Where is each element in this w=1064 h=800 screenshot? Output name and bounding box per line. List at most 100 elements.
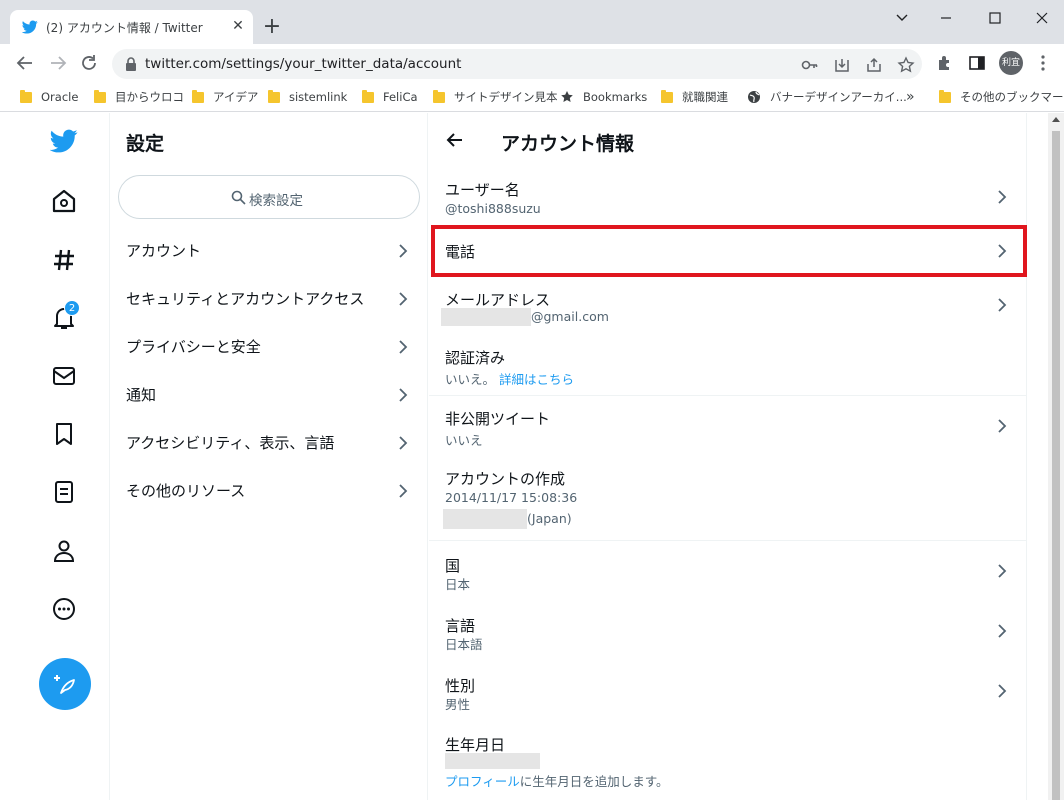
address-bar[interactable]: twitter.com/settings/your_twitter_data/a…	[112, 49, 922, 79]
settings-column: 設定 検索設定 アカウント セキュリティとアカウントアクセス プライバシーと安全…	[110, 113, 428, 800]
chevron-right-icon	[998, 624, 1007, 638]
messages-envelope-icon[interactable]	[50, 362, 78, 390]
settings-search-input[interactable]: 検索設定	[118, 175, 420, 219]
share-icon[interactable]	[865, 56, 883, 74]
row-email[interactable]: メールアドレス @gmail.com	[429, 279, 1027, 335]
search-icon	[231, 190, 246, 205]
forward-arrow-icon[interactable]	[47, 52, 69, 74]
row-protected-tweets[interactable]: 非公開ツイート いいえ	[429, 396, 1027, 454]
bookmark-sistemlink[interactable]: sistemlink	[268, 88, 347, 106]
birthday-label: 生年月日	[445, 736, 506, 754]
email-value: @gmail.com	[531, 309, 609, 324]
phone-highlight-box	[431, 225, 1027, 277]
bookmarks-overflow-button[interactable]: »	[906, 88, 915, 106]
folder-icon	[192, 89, 204, 103]
gender-label: 性別	[445, 677, 476, 695]
chevron-right-icon	[998, 298, 1007, 312]
minimize-icon[interactable]	[931, 6, 961, 30]
redacted-block	[443, 509, 527, 529]
search-placeholder: 検索設定	[249, 193, 303, 209]
bookmark-bookmarks[interactable]: Bookmarks	[560, 88, 647, 106]
row-verified: 認証済み いいえ。 詳細はこちら	[429, 335, 1027, 395]
country-label: 国	[445, 557, 461, 575]
redacted-block	[441, 308, 531, 326]
twitter-bird-icon	[22, 20, 38, 34]
bookmark-idea[interactable]: アイデア	[192, 88, 258, 106]
verified-label: 認証済み	[445, 349, 506, 367]
primary-nav: 2	[0, 113, 110, 800]
bookmark-job[interactable]: 就職関連	[661, 88, 728, 106]
bookmarks-icon[interactable]	[50, 420, 78, 448]
tab-search-chevron-icon[interactable]	[887, 6, 917, 30]
settings-item-security[interactable]: セキュリティとアカウントアクセス	[110, 275, 428, 323]
bookmark-felica[interactable]: FeliCa	[362, 88, 418, 106]
settings-item-account[interactable]: アカウント	[110, 227, 428, 275]
verified-value: いいえ。 詳細はこちら	[445, 372, 575, 387]
window-close-icon[interactable]	[1027, 6, 1057, 30]
settings-item-resources[interactable]: その他のリソース	[110, 467, 428, 515]
redacted-block	[445, 753, 540, 769]
settings-item-accessibility[interactable]: アクセシビリティ、表示、言語	[110, 419, 428, 467]
maximize-icon[interactable]	[980, 6, 1010, 30]
explore-hashtag-icon[interactable]	[50, 246, 78, 274]
folder-icon	[433, 89, 445, 103]
twitter-page: 2 設定 検索設定 アカウント セキュリティとアカウントアクセス プライバシーと…	[0, 113, 1048, 800]
scroll-up-arrow-icon[interactable]	[1052, 117, 1060, 122]
globe-icon	[748, 91, 760, 103]
row-language[interactable]: 言語 日本語	[429, 601, 1027, 661]
row-username[interactable]: ユーザー名 @toshi888suzu	[429, 169, 1027, 225]
settings-title: 設定	[126, 133, 165, 155]
tab-close-icon[interactable]: ✕	[230, 18, 246, 34]
verified-learn-more-link[interactable]: 詳細はこちら	[499, 372, 574, 387]
scrollbar-thumb[interactable]	[1052, 131, 1060, 800]
profile-link[interactable]: プロフィール	[445, 774, 520, 789]
row-account-creation: アカウントの作成 2014/11/17 15:08:36 (Japan)	[429, 454, 1027, 540]
extensions-puzzle-icon[interactable]	[936, 54, 954, 72]
install-app-icon[interactable]	[833, 56, 851, 74]
account-creation-location: (Japan)	[527, 511, 572, 526]
chevron-right-icon	[998, 684, 1007, 698]
twitter-logo-icon[interactable]	[50, 127, 78, 155]
bookmark-mekara-uroko[interactable]: 目からウロコ	[94, 88, 184, 106]
row-gender[interactable]: 性別 男性	[429, 661, 1027, 721]
new-tab-button[interactable]: +	[262, 16, 282, 38]
back-arrow-icon[interactable]	[445, 130, 465, 150]
chevron-right-icon	[399, 484, 408, 498]
notification-badge: 2	[64, 300, 80, 316]
bookmarks-bar: Oracle 目からウロコ アイデア sistemlink FeliCa サイト…	[0, 82, 1064, 112]
bookmark-site-design[interactable]: サイトデザイン見本	[433, 88, 558, 106]
language-label: 言語	[445, 617, 476, 635]
browser-tab[interactable]: (2) アカウント情報 / Twitter ✕	[10, 10, 253, 44]
url-text[interactable]: twitter.com/settings/your_twitter_data/a…	[145, 56, 461, 72]
profile-person-icon[interactable]	[50, 537, 78, 565]
lock-icon[interactable]	[124, 56, 138, 72]
account-info-column: アカウント情報 ユーザー名 @toshi888suzu 電話 メールアドレス @…	[429, 113, 1027, 800]
key-icon[interactable]	[801, 56, 819, 74]
back-arrow-icon[interactable]	[14, 52, 36, 74]
chevron-right-icon	[399, 244, 408, 258]
side-panel-icon[interactable]	[968, 54, 986, 72]
home-icon[interactable]	[50, 187, 78, 215]
bookmark-oracle[interactable]: Oracle	[20, 88, 78, 106]
browser-menu-icon[interactable]	[1034, 54, 1052, 72]
bookmark-star-icon[interactable]	[897, 56, 915, 74]
bookmark-other[interactable]: その他のブックマーク	[939, 88, 1064, 106]
protected-tweets-label: 非公開ツイート	[445, 410, 551, 428]
more-circle-icon[interactable]	[50, 595, 78, 623]
bookmark-banner-design[interactable]: バナーデザインアーカイ...	[747, 88, 907, 106]
folder-icon	[939, 89, 951, 103]
profile-avatar[interactable]: 利宜	[999, 51, 1023, 75]
email-label: メールアドレス	[445, 291, 551, 309]
folder-icon	[268, 89, 280, 103]
page-scrollbar[interactable]	[1048, 113, 1064, 800]
settings-item-privacy[interactable]: プライバシーと安全	[110, 323, 428, 371]
row-country[interactable]: 国 日本	[429, 541, 1027, 601]
gender-value: 男性	[445, 697, 471, 712]
lists-icon[interactable]	[50, 478, 78, 506]
compose-tweet-button[interactable]	[39, 658, 91, 710]
protected-tweets-value: いいえ	[445, 433, 483, 448]
reload-icon[interactable]	[78, 52, 100, 74]
account-creation-date: 2014/11/17 15:08:36	[445, 490, 578, 505]
settings-item-notifications[interactable]: 通知	[110, 371, 428, 419]
star-icon	[561, 91, 573, 102]
